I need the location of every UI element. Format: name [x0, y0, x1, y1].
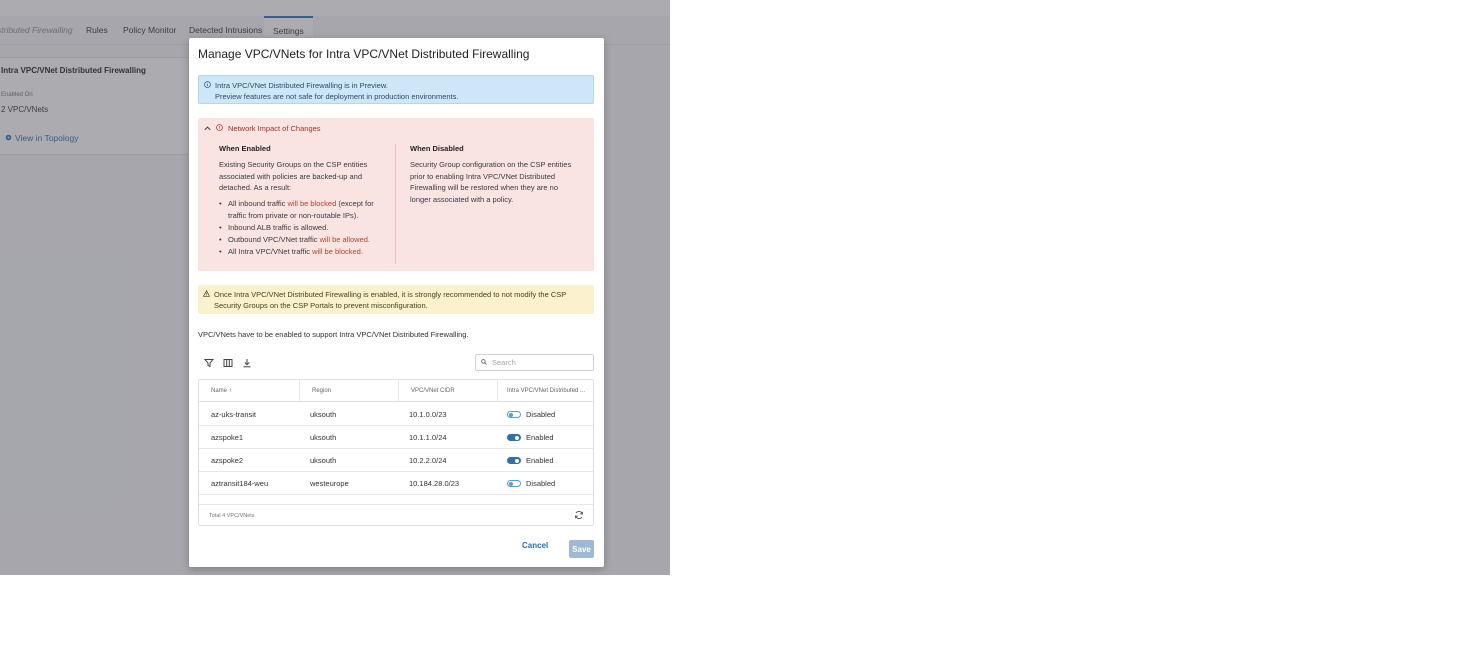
row-region: uksouth	[310, 433, 337, 442]
search-box	[475, 354, 594, 371]
row-cidr: 10.2.2.0/24	[409, 456, 447, 465]
header-name[interactable]: Name ↑	[199, 380, 300, 402]
sort-ascending-icon: ↑	[228, 388, 232, 394]
table-row: aztransit184-weu westeurope 10.184.28.0/…	[199, 472, 593, 495]
vpc-table: Name ↑ Region VPC/VNet CIDR Intra VPC/VN…	[198, 379, 594, 526]
row-status: Disabled	[495, 472, 555, 495]
header-cidr[interactable]: VPC/VNet CIDR	[399, 380, 498, 402]
list-item: All Intra VPC/VNet traffic will be block…	[219, 246, 384, 258]
list-item: Inbound ALB traffic is allowed.	[219, 222, 384, 234]
refresh-icon[interactable]	[574, 510, 584, 522]
filter-icon[interactable]	[203, 357, 214, 368]
row-region: westeurope	[310, 479, 349, 488]
network-impact-toggle[interactable]: Network Impact of Changes	[204, 124, 321, 133]
firewall-toggle[interactable]	[507, 479, 521, 487]
when-disabled-text: Security Group configuration on the CSP …	[410, 160, 572, 204]
network-impact-panel: Network Impact of Changes When Enabled E…	[198, 118, 594, 271]
alert-circle-icon	[216, 124, 223, 133]
header-distributed-firewalling[interactable]: Intra VPC/VNet Distributed ...	[498, 380, 593, 402]
row-region: uksouth	[310, 410, 337, 419]
row-name: aztransit184-weu	[211, 479, 269, 488]
info-line-1: Intra VPC/VNet Distributed Firewalling i…	[215, 81, 388, 90]
firewall-toggle[interactable]	[507, 410, 521, 418]
manage-vpc-modal: Manage VPC/VNets for Intra VPC/VNet Dist…	[189, 38, 604, 567]
row-cidr: 10.1.0.0/23	[409, 410, 447, 419]
row-name: azspoke1	[211, 433, 244, 442]
cancel-button[interactable]: Cancel	[522, 541, 548, 550]
row-name: az-uks-transit	[211, 410, 257, 419]
enable-note: VPC/VNets have to be enabled to support …	[198, 330, 469, 339]
info-line-2: Preview features are not safe for deploy…	[215, 92, 459, 101]
table-footer: Total 4 VPC/VNets	[199, 504, 593, 526]
row-name: azspoke2	[211, 456, 244, 465]
row-cidr: 10.184.28.0/23	[409, 479, 460, 488]
search-input[interactable]	[492, 358, 587, 367]
when-enabled-text: Existing Security Groups on the CSP enti…	[219, 160, 368, 193]
info-icon	[204, 81, 211, 90]
header-region[interactable]: Region	[300, 380, 399, 402]
list-item: Outbound VPC/VNet traffic will be allowe…	[219, 234, 384, 246]
chevron-up-icon	[204, 124, 211, 133]
firewall-toggle[interactable]	[507, 433, 521, 441]
network-impact-heading: Network Impact of Changes	[228, 124, 321, 133]
row-cidr: 10.1.1.0/24	[409, 433, 447, 442]
row-status: Enabled	[495, 426, 554, 449]
row-status: Disabled	[495, 403, 555, 426]
search-icon	[481, 358, 487, 367]
warning-line-1: Once Intra VPC/VNet Distributed Firewall…	[214, 290, 567, 299]
when-enabled-title: When Enabled	[219, 144, 271, 153]
when-disabled-title: When Disabled	[410, 144, 464, 153]
column-divider	[395, 144, 396, 264]
list-item: All inbound traffic will be blocked (exc…	[219, 198, 384, 222]
row-status: Enabled	[495, 449, 554, 472]
enabled-effects-list: All inbound traffic will be blocked (exc…	[219, 198, 384, 258]
warning-line-2: Security Groups on the CSP Portals to pr…	[214, 301, 428, 310]
table-header: Name ↑ Region VPC/VNet CIDR Intra VPC/VN…	[199, 380, 593, 402]
download-icon[interactable]	[241, 357, 252, 368]
misconfiguration-warning: Once Intra VPC/VNet Distributed Firewall…	[198, 285, 594, 314]
warning-icon	[202, 289, 211, 299]
row-region: uksouth	[310, 456, 337, 465]
grid-toolbar	[203, 357, 252, 368]
preview-info-banner: Intra VPC/VNet Distributed Firewalling i…	[198, 75, 594, 104]
save-button[interactable]: Save	[569, 540, 594, 558]
firewall-toggle[interactable]	[507, 456, 521, 464]
modal-title: Manage VPC/VNets for Intra VPC/VNet Dist…	[198, 47, 530, 61]
table-row: azspoke2 uksouth 10.2.2.0/24 Enabled	[199, 449, 593, 472]
columns-icon[interactable]	[222, 357, 233, 368]
table-row: az-uks-transit uksouth 10.1.0.0/23 Disab…	[199, 403, 593, 426]
total-count: Total 4 VPC/VNets	[209, 513, 255, 519]
table-row: azspoke1 uksouth 10.1.1.0/24 Enabled	[199, 426, 593, 449]
